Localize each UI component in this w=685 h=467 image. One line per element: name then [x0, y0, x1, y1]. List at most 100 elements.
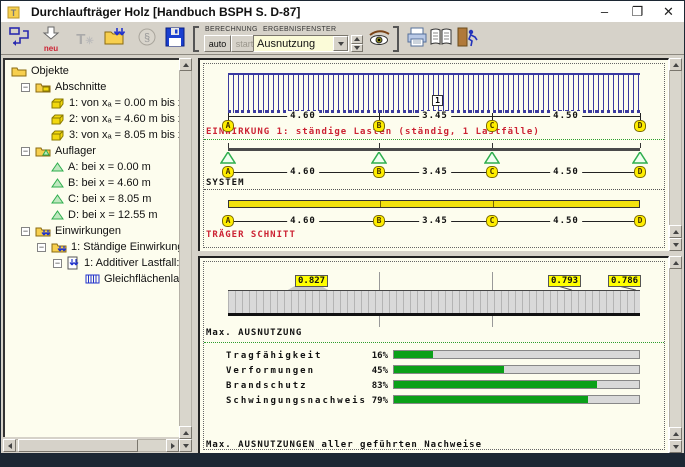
program-flow-icon: [7, 25, 31, 54]
support-badge-a: A: [222, 120, 234, 132]
scroll-down-icon[interactable]: [179, 439, 192, 452]
span-length: 3.45: [419, 216, 451, 226]
view-button[interactable]: [365, 25, 393, 53]
collapse-icon[interactable]: −: [53, 259, 62, 268]
tree-item-staendige-einwirkung[interactable]: − 1: Ständige Einwirkung: stä: [37, 239, 179, 255]
close-button[interactable]: ✕: [653, 1, 684, 22]
dim-tick: [640, 113, 641, 120]
support-triangle-icon: [51, 178, 64, 188]
peak-value-label: 0.786: [608, 275, 641, 287]
result-window-select[interactable]: Ausnutzung: [253, 35, 349, 52]
utilization-bar: [393, 350, 640, 359]
tree-horizontal-scrollbar[interactable]: [3, 439, 179, 452]
tree-item-support-d[interactable]: D: bei x = 12.55 m: [51, 207, 158, 223]
collapse-icon[interactable]: −: [21, 83, 30, 92]
check-value: 83%: [342, 381, 388, 391]
check-value: 16%: [342, 351, 388, 361]
combo-dropdown-icon[interactable]: [333, 36, 348, 51]
tree-item-abschnitt-3[interactable]: 3: von xₐ = 8.05 m bis xₑ: [51, 127, 179, 143]
span-length: 3.45: [419, 167, 451, 177]
span-length: 4.60: [287, 216, 319, 226]
peak-value-label: 0.827: [295, 275, 328, 287]
tree-label: 2: von xₐ = 4.60 m bis xₑ: [69, 113, 179, 125]
collapse-icon[interactable]: −: [21, 147, 30, 156]
section-separator: [204, 189, 664, 190]
scroll-up-icon[interactable]: [179, 426, 192, 439]
tree-label: C: bei x = 8.05 m: [68, 193, 151, 205]
berechnung-group-label: BERECHNUNG: [205, 26, 258, 33]
check-value: 79%: [342, 396, 388, 406]
span-length: 4.60: [287, 167, 319, 177]
scroll-up-icon[interactable]: [669, 58, 682, 71]
tree-item-abschnitt-2[interactable]: 2: von xₐ = 4.60 m bis xₑ: [51, 111, 179, 127]
support-triangle-icon: [51, 210, 64, 220]
exit-button[interactable]: [453, 25, 481, 53]
max-ausnutzung-caption: Max. AUSNUTZUNG: [206, 328, 302, 338]
section-separator: [204, 342, 664, 343]
title-bar: T Durchlaufträger Holz [Handbuch BSPH S.…: [1, 1, 684, 22]
traeger-caption: TRÄGER SCHNITT: [206, 230, 296, 240]
actions-folder-icon: [35, 225, 51, 238]
span-length: 4.50: [550, 111, 582, 121]
tree-item-support-a[interactable]: A: bei x = 0.00 m: [51, 159, 151, 175]
scroll-down-icon[interactable]: [669, 440, 682, 453]
manual-button[interactable]: [427, 25, 455, 53]
scroll-down-icon[interactable]: [669, 238, 682, 251]
spinner-up-icon[interactable]: [351, 35, 363, 44]
new-button[interactable]: neu: [37, 25, 65, 53]
tree-item-additiver-lastfall[interactable]: − 1: Additiver Lastfall: E: [53, 255, 179, 271]
support-badge-a: A: [222, 166, 234, 178]
folder-arrows-icon: [103, 26, 127, 53]
book-icon: [429, 27, 453, 52]
check-label: Brandschutz: [226, 381, 308, 391]
bottom-pane-scrollbar[interactable]: [669, 256, 682, 453]
scrollbar-thumb[interactable]: [18, 439, 138, 452]
scroll-right-icon[interactable]: [166, 439, 179, 452]
new-button-label: neu: [44, 45, 58, 52]
beam-tick: [640, 143, 641, 148]
toolbar: neu T✳ § BERECHNUNG auto start ERGEBNISF…: [1, 22, 684, 55]
tree-item-support-b[interactable]: B: bei x = 4.60 m: [51, 175, 151, 191]
result-window-spinner[interactable]: [351, 35, 363, 52]
support-badge-d: D: [634, 120, 646, 132]
tree-item-support-c[interactable]: C: bei x = 8.05 m: [51, 191, 151, 207]
collapse-icon[interactable]: −: [21, 227, 30, 236]
program-flow-button[interactable]: [5, 25, 33, 53]
support-badge-d: D: [634, 215, 646, 227]
maximize-button[interactable]: ❐: [622, 1, 653, 22]
object-tree: Objekte − Abschnitte 1: von xₐ = 0.00 m …: [3, 58, 179, 437]
span-length: 4.50: [550, 167, 582, 177]
svg-text:§: §: [144, 32, 150, 44]
scroll-left-icon[interactable]: [3, 439, 16, 452]
auto-button[interactable]: auto: [204, 35, 231, 52]
save-floppy-icon: [165, 27, 185, 52]
tree-item-abschnitte[interactable]: − Abschnitte: [21, 79, 106, 95]
support-badge-b: B: [373, 120, 385, 132]
support-badge-b: B: [373, 215, 385, 227]
support-badge-d: D: [634, 166, 646, 178]
tree-item-objekte[interactable]: Objekte: [11, 63, 69, 79]
tree-item-abschnitt-1[interactable]: 1: von xₐ = 0.00 m bis xₑ: [51, 95, 179, 111]
scroll-up-icon[interactable]: [669, 256, 682, 269]
t-tool-button-disabled[interactable]: T✳: [71, 25, 99, 53]
distributed-load-diagram: [228, 73, 640, 113]
collapse-icon[interactable]: −: [37, 243, 46, 252]
beam-baseline: [228, 313, 640, 316]
results-footer-caption: Max. AUSNUTZUNGEN aller geführten Nachwe…: [206, 440, 482, 450]
top-pane-scrollbar[interactable]: [669, 58, 682, 251]
tree-item-auflager[interactable]: − Auflager: [21, 143, 96, 159]
norms-button-disabled[interactable]: §: [133, 25, 161, 53]
open-project-button[interactable]: [101, 25, 129, 53]
tree-vertical-scrollbar[interactable]: [179, 58, 192, 452]
minimize-button[interactable]: –: [589, 1, 620, 22]
save-button[interactable]: [161, 25, 189, 53]
scroll-up-icon[interactable]: [179, 58, 192, 71]
section-separator: [204, 139, 664, 140]
support-badge-a: A: [222, 215, 234, 227]
tree-item-gleichflaechenlast[interactable]: Gleichflächenlast: [85, 271, 179, 287]
scroll-up-icon[interactable]: [669, 427, 682, 440]
tree-item-einwirkungen[interactable]: − Einwirkungen: [21, 223, 121, 239]
tree-label: 1: von xₐ = 0.00 m bis xₑ: [69, 97, 179, 109]
spinner-down-icon[interactable]: [351, 44, 363, 53]
scroll-up-icon[interactable]: [669, 225, 682, 238]
